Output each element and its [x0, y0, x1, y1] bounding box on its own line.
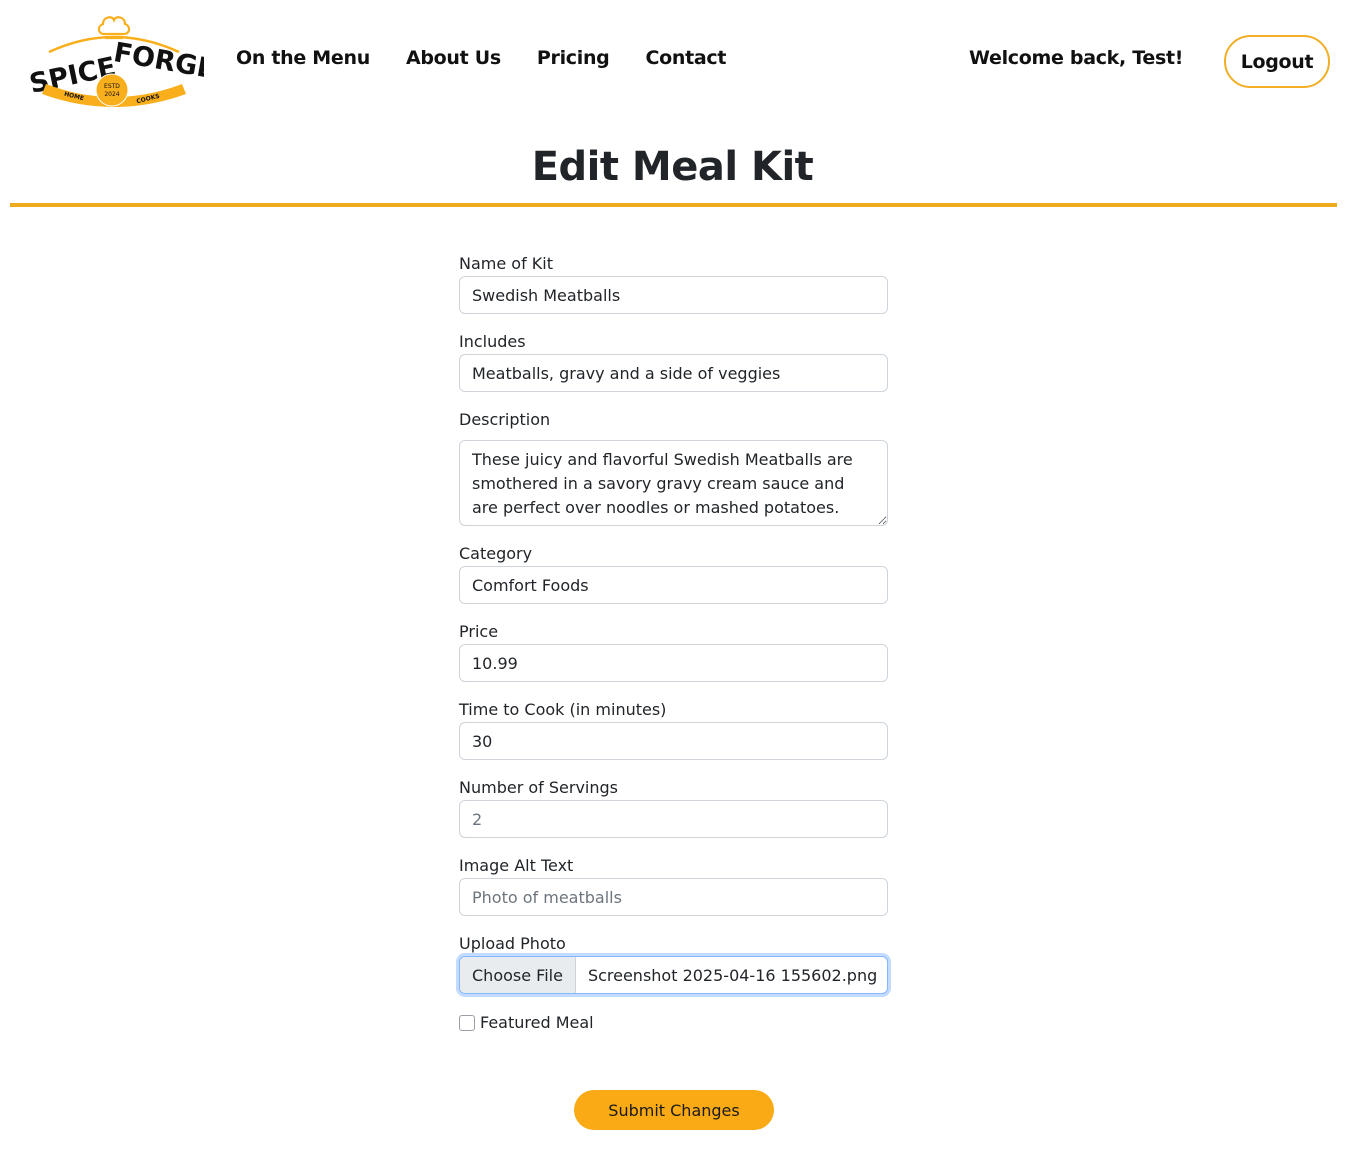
category-input[interactable] — [459, 566, 888, 604]
submit-changes-button[interactable]: Submit Changes — [574, 1090, 774, 1130]
nav-link-menu[interactable]: On the Menu — [236, 47, 370, 69]
welcome-message: Welcome back, Test! — [969, 47, 1184, 69]
nav-link-contact[interactable]: Contact — [646, 47, 727, 69]
featured-meal-checkbox[interactable] — [459, 1014, 475, 1031]
upload-photo-input[interactable]: Choose File Screenshot 2025-04-16 155602… — [459, 956, 888, 994]
choose-file-button[interactable]: Choose File — [460, 957, 576, 993]
category-label: Category — [459, 544, 533, 563]
title-divider — [10, 203, 1337, 207]
alt-text-input[interactable] — [459, 878, 888, 916]
price-input[interactable] — [459, 644, 888, 682]
page-title: Edit Meal Kit — [531, 144, 814, 190]
estd-text: ESTD — [104, 83, 120, 90]
description-textarea[interactable]: These juicy and flavorful Swedish Meatba… — [459, 440, 888, 526]
upload-photo-label: Upload Photo — [459, 934, 566, 953]
nav-link-about[interactable]: About Us — [406, 47, 501, 69]
main-nav: On the Menu About Us Pricing Contact — [236, 47, 726, 69]
name-input[interactable] — [459, 276, 888, 314]
alt-text-label: Image Alt Text — [459, 856, 574, 875]
brand-name-forge: FORGE — [111, 37, 204, 85]
includes-label: Includes — [459, 332, 526, 351]
spice-forge-logo[interactable]: SPICE FORGE HOME COOKS ESTD 2024 — [24, 12, 204, 112]
logout-button[interactable]: Logout — [1224, 35, 1330, 88]
cook-time-input[interactable] — [459, 722, 888, 760]
selected-file-name: Screenshot 2025-04-16 155602.png — [587, 965, 878, 985]
site-header: SPICE FORGE HOME COOKS ESTD 2024 On the … — [0, 0, 1345, 124]
servings-label: Number of Servings — [459, 778, 618, 797]
includes-input[interactable] — [459, 354, 888, 392]
nav-link-pricing[interactable]: Pricing — [537, 47, 610, 69]
estd-year: 2024 — [104, 91, 119, 98]
featured-meal-label[interactable]: Featured Meal — [480, 1013, 594, 1032]
name-label: Name of Kit — [459, 254, 554, 273]
description-label: Description — [459, 410, 551, 429]
cook-time-label: Time to Cook (in minutes) — [459, 700, 667, 719]
price-label: Price — [459, 622, 499, 641]
servings-input[interactable] — [459, 800, 888, 838]
featured-meal-row: Featured Meal — [459, 1013, 594, 1032]
chef-hat-icon — [97, 16, 131, 40]
